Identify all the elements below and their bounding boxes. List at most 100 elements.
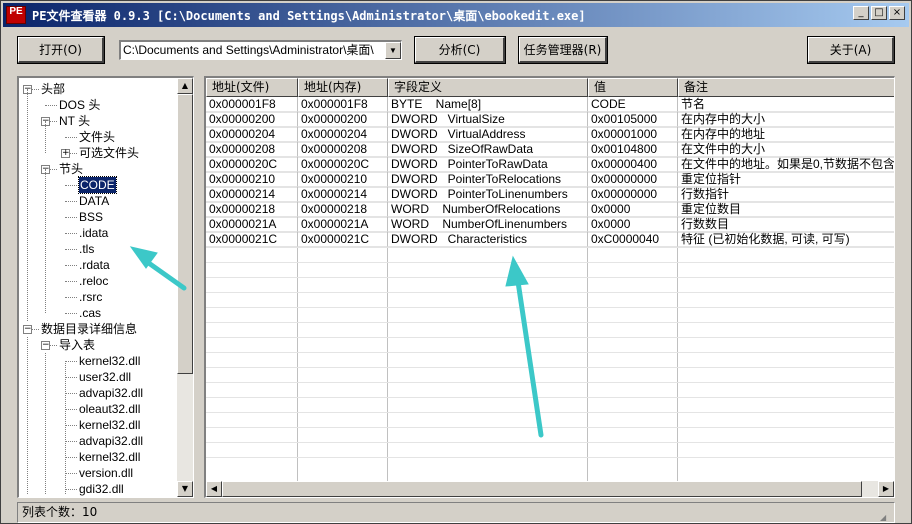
table-row[interactable]: 0x00000200 0x00000200 DWORD VirtualSize 0x0… — [206, 112, 894, 127]
tree-item[interactable]: gdi32.dll — [79, 481, 124, 497]
tree-connector — [65, 393, 77, 394]
path-value: C:\Documents and Settings\Administrator\… — [123, 43, 374, 57]
path-combobox[interactable]: C:\Documents and Settings\Administrator\… — [119, 40, 402, 60]
tree-item[interactable]: .idata — [79, 225, 108, 241]
tree-item[interactable]: 头部 — [41, 81, 65, 97]
tree-item[interactable]: DOS 头 — [59, 97, 100, 113]
table-row[interactable]: 0x0000020C 0x0000020C DWORD PointerToRawDa… — [206, 157, 894, 172]
table-cell: 0x00001000 — [588, 127, 678, 142]
table-row[interactable]: 0x00000214 0x00000214 DWORD PointerToLinen… — [206, 187, 894, 202]
expand-icon[interactable]: + — [61, 149, 70, 158]
tree-connector — [65, 265, 77, 266]
title-bar[interactable]: PE PE文件查看器 0.9.3 [C:\Documents and Setti… — [3, 3, 909, 27]
table-cell: 0x0000 — [588, 217, 678, 232]
list-scroll-thumb[interactable] — [222, 481, 862, 497]
table-cell: 0x00000218 — [206, 202, 298, 217]
tree-item[interactable]: kernel32.dll — [79, 353, 140, 369]
tree-item[interactable]: DATA — [79, 193, 109, 209]
tree-connector — [65, 137, 77, 138]
tree-item[interactable]: .cas — [79, 305, 101, 321]
tree-connector — [45, 353, 46, 494]
scroll-right-icon[interactable]: ▶ — [878, 481, 894, 497]
tree-scroll-thumb[interactable] — [177, 94, 193, 374]
column-header[interactable]: 地址(文件) — [206, 78, 298, 97]
close-icon[interactable]: × — [889, 6, 905, 20]
tree-item[interactable]: BSS — [79, 209, 103, 225]
table-cell: 特征 (已初始化数据, 可读, 可写) — [678, 232, 894, 247]
analyze-button[interactable]: 分析(C) — [415, 37, 505, 63]
tree-item[interactable]: 数据目录详细信息 — [41, 321, 137, 337]
list-horizontal-scrollbar[interactable]: ◀ ▶ — [206, 481, 894, 497]
table-cell: DWORD VirtualSize — [388, 112, 588, 127]
tree-connector — [65, 313, 77, 314]
window-title: PE文件查看器 0.9.3 [C:\Documents and Settings… — [32, 8, 586, 23]
tree-item[interactable]: oleaut32.dll — [79, 401, 140, 417]
tree-item[interactable]: .tls — [79, 241, 94, 257]
tree-item[interactable]: NT 头 — [59, 113, 90, 129]
tree-item[interactable]: 导入表 — [59, 337, 95, 353]
table-cell: CODE — [588, 97, 678, 112]
tree-item[interactable]: user32.dll — [79, 369, 131, 385]
table-row[interactable]: 0x00000210 0x00000210 DWORD PointerToReloc… — [206, 172, 894, 187]
dropdown-arrow-icon[interactable]: ▼ — [385, 42, 401, 59]
tree-item[interactable]: advapi32.dll — [79, 385, 143, 401]
column-header[interactable]: 地址(内存) — [298, 78, 388, 97]
scroll-left-icon[interactable]: ◀ — [206, 481, 222, 497]
table-row[interactable]: 0x000001F8 0x000001F8 BYTE Name[8] CODE 节名 — [206, 97, 894, 112]
table-cell: 0x00000200 — [206, 112, 298, 127]
task-manager-button[interactable]: 任务管理器(R) — [519, 37, 607, 63]
table-cell: 节名 — [678, 97, 894, 112]
tree-item[interactable]: 节头 — [59, 161, 83, 177]
table-cell: 重定位指针 — [678, 172, 894, 187]
tree-item[interactable]: 文件头 — [79, 129, 115, 145]
table-cell: 0xC0000040 — [588, 232, 678, 247]
resize-grip-icon[interactable]: ◢ — [880, 508, 892, 522]
table-cell: WORD NumberOfLinenumbers — [388, 217, 588, 232]
table-cell: 0x0000 — [588, 202, 678, 217]
table-cell: 在内存中的大小 — [678, 112, 894, 127]
table-cell: 行数数目 — [678, 217, 894, 232]
tree-item[interactable]: CODE — [78, 176, 117, 194]
collapse-icon[interactable]: − — [23, 325, 32, 334]
tree-item[interactable]: version.dll — [79, 465, 133, 481]
table-cell: 0x0000021A — [206, 217, 298, 232]
table-row[interactable]: 0x0000021A 0x0000021A WORD NumberOfLinenum… — [206, 217, 894, 232]
open-button[interactable]: 打开(O) — [18, 37, 104, 63]
table-row[interactable]: 0x00000218 0x00000218 WORD NumberOfRelocat… — [206, 202, 894, 217]
tree-connector — [65, 457, 77, 458]
table-cell: 0x000001F8 — [206, 97, 298, 112]
column-header[interactable]: 字段定义 — [388, 78, 588, 97]
tree-item[interactable]: kernel32.dll — [79, 417, 140, 433]
table-cell: 0x0000021A — [298, 217, 388, 232]
table-row[interactable]: 0x00000204 0x00000204 DWORD VirtualAddress… — [206, 127, 894, 142]
tree-item[interactable]: 可选文件头 — [79, 145, 139, 161]
table-row[interactable]: 0x00000208 0x00000208 DWORD SizeOfRawData 0… — [206, 142, 894, 157]
tree-connector — [45, 121, 46, 153]
structure-tree[interactable]: − − + − − − 头部 DOS 头 NT 头文件头 可选文件头 节头 CODE DATA BSS.… — [17, 76, 194, 498]
tree-item[interactable]: .reloc — [79, 273, 108, 289]
minimize-icon[interactable]: _ — [853, 6, 869, 20]
tree-connector — [65, 425, 77, 426]
status-text: 列表个数：10 — [22, 505, 98, 519]
tree-item[interactable]: advapi32.dll — [79, 433, 143, 449]
table-cell: 0x00000208 — [298, 142, 388, 157]
about-button[interactable]: 关于(A) — [808, 37, 894, 63]
table-cell: 0x0000020C — [206, 157, 298, 172]
tree-item[interactable]: .rdata — [79, 257, 110, 273]
collapse-icon[interactable]: − — [41, 341, 50, 350]
table-cell: 0x000001F8 — [298, 97, 388, 112]
tree-item[interactable]: .rsrc — [79, 289, 102, 305]
field-list[interactable]: 地址(文件) 地址(内存) 字段定义值备注 0x000001F8 0x000001F8… — [204, 76, 895, 498]
app-icon: PE — [6, 6, 26, 24]
scroll-down-icon[interactable]: ▼ — [177, 481, 193, 497]
tree-item[interactable]: kernel32.dll — [79, 449, 140, 465]
tree-connector — [45, 105, 57, 106]
maximize-icon[interactable]: □ — [871, 6, 887, 20]
tree-vertical-scrollbar[interactable]: ▲ ▼ — [177, 78, 193, 497]
scroll-up-icon[interactable]: ▲ — [177, 78, 193, 94]
column-header[interactable]: 值 — [588, 78, 678, 97]
table-row[interactable]: 0x0000021C 0x0000021C DWORD Characteristic… — [206, 232, 894, 247]
column-header[interactable]: 备注 — [678, 78, 894, 97]
tree-connector — [45, 169, 46, 313]
tree-connector — [65, 473, 77, 474]
